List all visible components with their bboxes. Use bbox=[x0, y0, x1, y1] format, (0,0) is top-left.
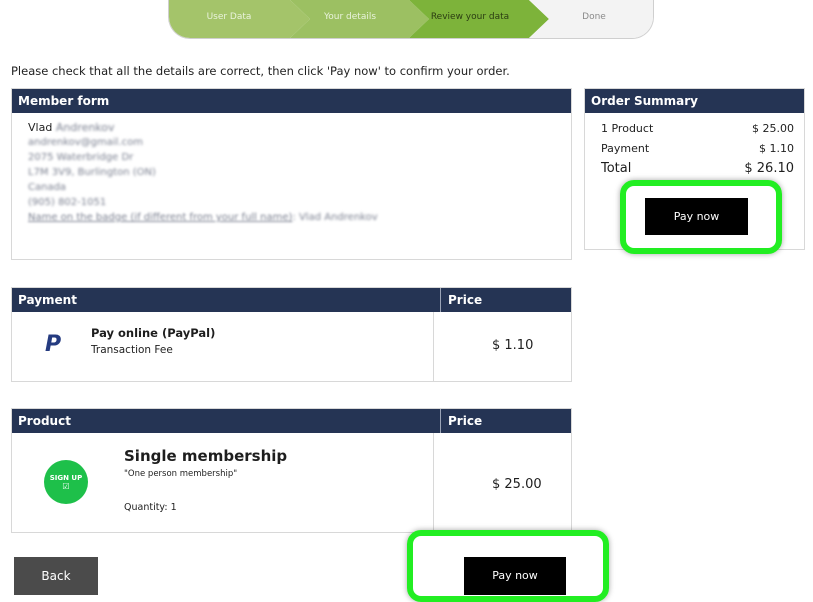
member-email: andrenkov@gmail.com bbox=[28, 137, 143, 148]
product-header-label: Product bbox=[18, 414, 71, 428]
step-your-details: Your details bbox=[323, 12, 377, 22]
member-first-name: Vlad bbox=[28, 121, 53, 134]
payment-header-price: Price bbox=[440, 288, 578, 312]
payment-method-subtitle: Transaction Fee bbox=[91, 344, 173, 356]
product-header-price: Price bbox=[440, 409, 578, 433]
order-summary-title: Order Summary bbox=[585, 89, 804, 113]
paypal-icon: P bbox=[45, 332, 62, 357]
summary-row-label: Payment bbox=[601, 142, 650, 155]
summary-row-value: $ 1.10 bbox=[759, 142, 794, 155]
badge-name-value: Vlad Andrenkov bbox=[298, 212, 378, 223]
product-table-header: Product Price bbox=[12, 409, 571, 433]
payment-header-label: Payment bbox=[18, 293, 77, 307]
summary-row-payment: Payment $ 1.10 bbox=[601, 142, 794, 155]
payment-method-title: Pay online (PayPal) bbox=[91, 326, 216, 340]
summary-row-value: $ 25.00 bbox=[752, 122, 794, 135]
product-table: Product Price SIGN UP ☑ Single membershi… bbox=[11, 408, 572, 533]
member-badge-name: Name on the badge (if different from you… bbox=[28, 212, 378, 223]
summary-row-total: Total $ 26.10 bbox=[601, 161, 794, 176]
intro-text: Please check that all the details are co… bbox=[11, 64, 510, 78]
sign-up-badge-icon: SIGN UP ☑ bbox=[44, 460, 88, 504]
summary-pay-now-button[interactable]: Pay now bbox=[645, 198, 748, 235]
step-done: Done bbox=[582, 12, 606, 22]
member-city: L7M 3V9, Burlington (ON) bbox=[28, 167, 156, 178]
summary-row-label: 1 Product bbox=[601, 122, 654, 135]
member-phone: (905) 802-1051 bbox=[28, 197, 107, 208]
member-street: 2075 Waterbridge Dr bbox=[28, 152, 134, 163]
summary-row-product: 1 Product $ 25.00 bbox=[601, 122, 794, 135]
checkout-stepper: User Data Your details Review your data … bbox=[168, 0, 654, 39]
member-form-panel: Member form Vlad Andrenkov andrenkov@gma… bbox=[11, 88, 572, 260]
member-country: Canada bbox=[28, 182, 67, 193]
product-row: SIGN UP ☑ Single membership "One person … bbox=[12, 433, 571, 532]
checkbox-icon: ☑ bbox=[62, 482, 70, 491]
back-button[interactable]: Back bbox=[14, 557, 98, 595]
badge-name-label: Name on the badge (if different from you… bbox=[28, 212, 293, 223]
payment-table: Payment Price P Pay online (PayPal) Tran… bbox=[11, 287, 572, 382]
step-user-data: User Data bbox=[206, 12, 252, 22]
product-price: $ 25.00 bbox=[492, 477, 542, 492]
member-last-name: Andrenkov bbox=[55, 121, 115, 134]
badge-text: SIGN UP bbox=[49, 474, 83, 482]
pay-now-button[interactable]: Pay now bbox=[464, 557, 566, 595]
product-title: Single membership bbox=[124, 447, 288, 465]
product-subtitle: "One person membership" bbox=[124, 469, 238, 479]
product-quantity: Quantity: 1 bbox=[124, 502, 177, 513]
payment-row: P Pay online (PayPal) Transaction Fee $ … bbox=[12, 312, 571, 381]
payment-table-header: Payment Price bbox=[12, 288, 571, 312]
summary-total-label: Total bbox=[601, 161, 632, 176]
summary-total-value: $ 26.10 bbox=[744, 161, 794, 176]
step-review-your-data: Review your data bbox=[430, 12, 510, 22]
member-name: Vlad Andrenkov bbox=[28, 120, 571, 135]
member-form-title: Member form bbox=[12, 89, 571, 113]
payment-price: $ 1.10 bbox=[492, 338, 534, 353]
